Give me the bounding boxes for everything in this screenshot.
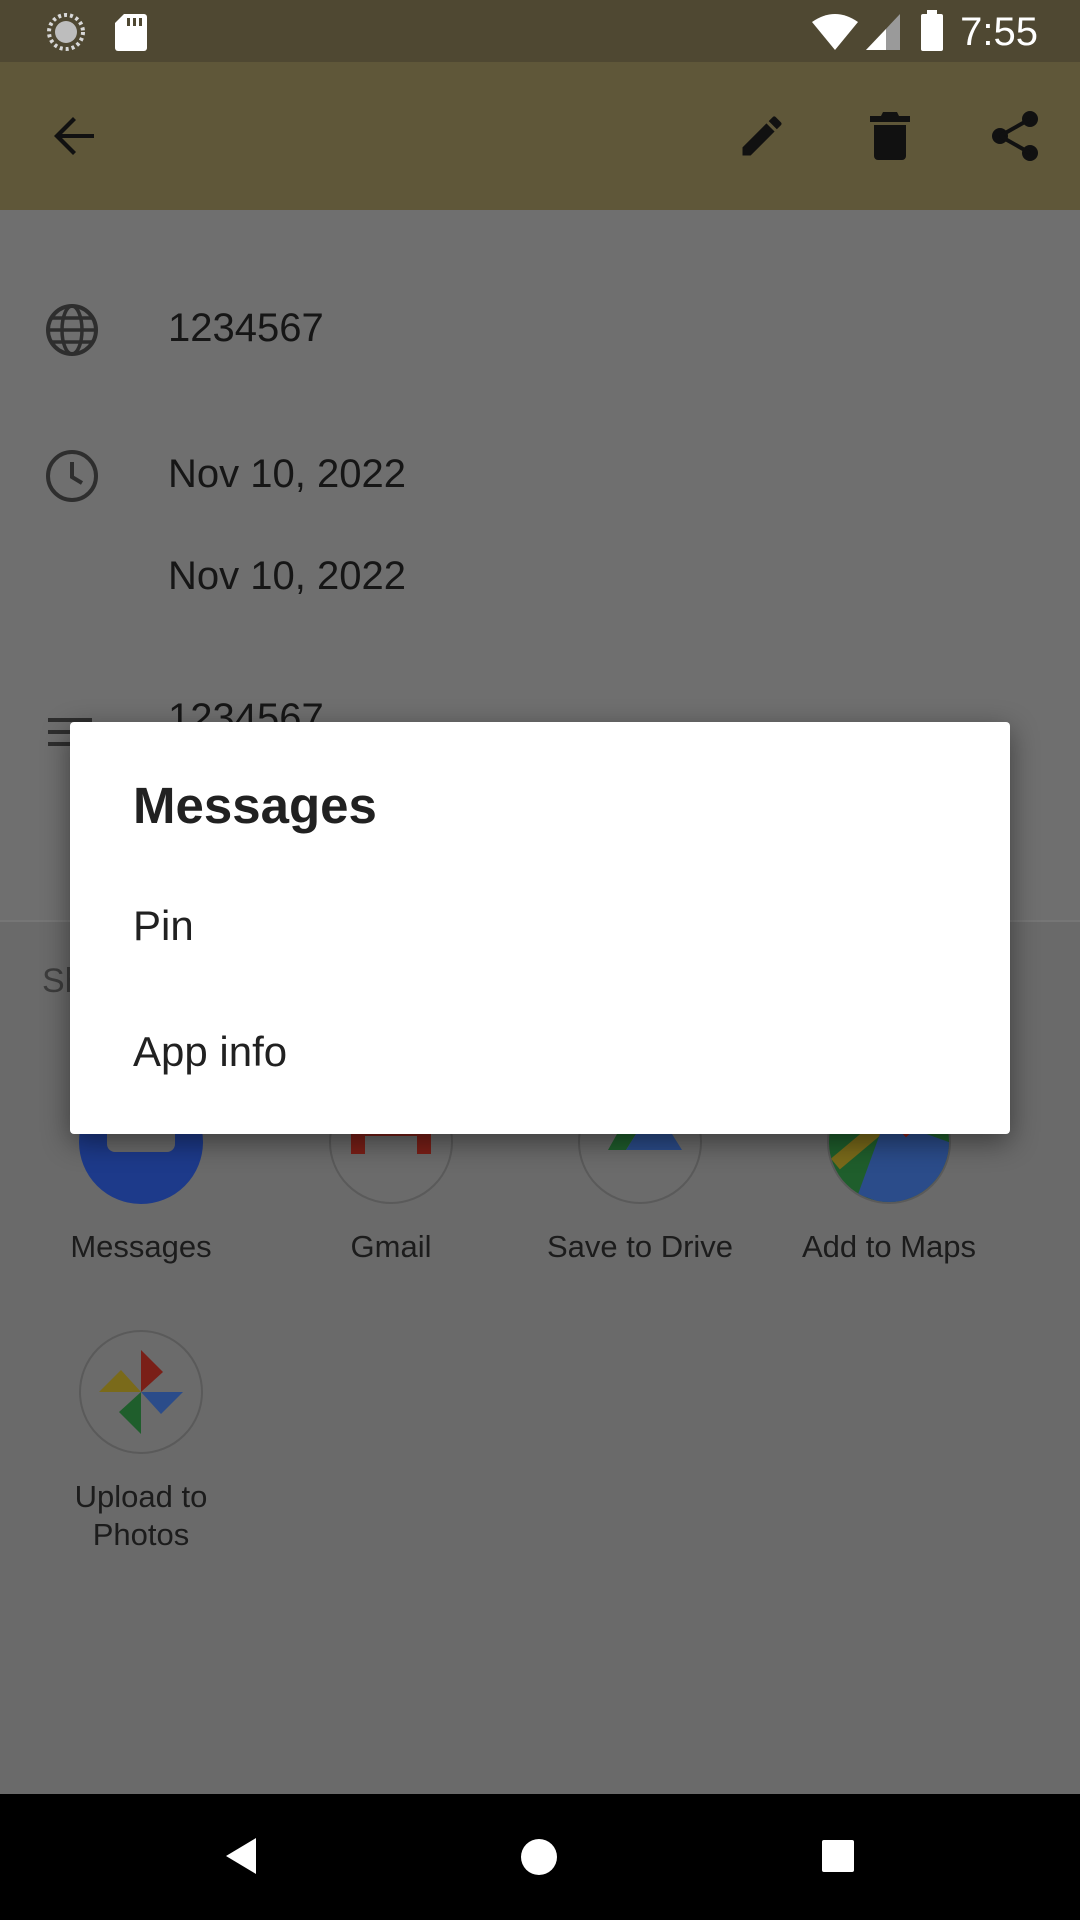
share-target-label: Add to Maps bbox=[801, 1229, 977, 1264]
pin-option-label: Pin bbox=[133, 902, 194, 949]
battery-icon bbox=[921, 10, 943, 51]
detail-number: 1234567 bbox=[168, 306, 324, 350]
detail-start-date: Nov 10, 2022 bbox=[168, 452, 406, 496]
edit-button[interactable] bbox=[714, 88, 810, 184]
wifi-icon bbox=[812, 14, 858, 50]
dialog-title: Messages bbox=[133, 777, 377, 834]
app-info-option[interactable]: App info bbox=[70, 996, 1010, 1106]
signal-icon bbox=[866, 14, 900, 50]
clock-icon bbox=[46, 450, 98, 502]
app-bar bbox=[0, 62, 1080, 210]
app-options-dialog: Messages Pin App info bbox=[70, 722, 1010, 1134]
app-info-option-label: App info bbox=[133, 1028, 288, 1075]
navigation-bar bbox=[0, 1794, 1080, 1920]
status-time: 7:55 bbox=[960, 10, 1038, 54]
pin-option[interactable]: Pin bbox=[70, 870, 1010, 980]
share-button[interactable] bbox=[968, 88, 1064, 184]
trash-icon bbox=[870, 112, 910, 160]
share-target-photos[interactable]: Upload to Photos bbox=[31, 1330, 251, 1554]
detail-end-date: Nov 10, 2022 bbox=[168, 554, 406, 598]
status-bar: 7:55 bbox=[0, 0, 1080, 62]
photos-app-icon bbox=[79, 1330, 203, 1454]
share-target-label: Messages bbox=[70, 1229, 212, 1264]
nav-recents-icon[interactable] bbox=[820, 1838, 856, 1874]
nav-back-icon[interactable] bbox=[222, 1834, 262, 1878]
share-target-label: Save to Drive bbox=[546, 1229, 734, 1264]
share-target-label: Upload to Photos bbox=[74, 1479, 208, 1552]
share-target-label: Gmail bbox=[350, 1229, 432, 1264]
sd-card-icon bbox=[115, 14, 147, 51]
nav-home-icon[interactable] bbox=[518, 1836, 560, 1878]
pencil-icon bbox=[742, 116, 782, 156]
arrow-back-icon bbox=[54, 117, 94, 155]
delete-button[interactable] bbox=[842, 88, 938, 184]
sync-icon bbox=[47, 13, 85, 51]
share-icon bbox=[992, 111, 1038, 161]
globe-icon bbox=[46, 304, 98, 356]
back-button[interactable] bbox=[26, 88, 122, 184]
